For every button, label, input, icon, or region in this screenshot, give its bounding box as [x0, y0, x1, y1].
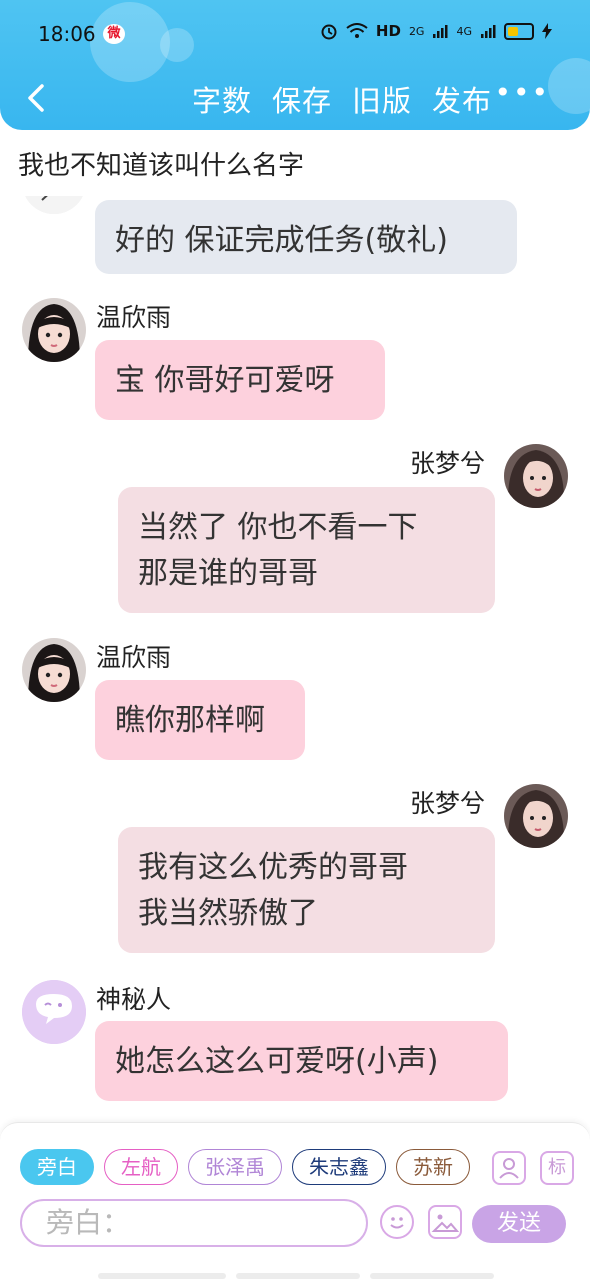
speaker-name: 张梦兮 — [410, 449, 486, 478]
more-icon[interactable]: ••• — [494, 76, 550, 109]
message-bubble[interactable]: 瞧你那样啊 — [95, 680, 305, 760]
gesture-bar — [370, 1273, 494, 1279]
chip-narration[interactable]: 旁白 — [20, 1149, 94, 1185]
status-bar: 18:06 微 HD 2G 4G — [0, 18, 590, 54]
signal-2g: 2G — [408, 24, 425, 38]
narration-bubble[interactable]: 好的 保证完成任务(敬礼) — [95, 200, 517, 274]
chip-character[interactable]: 苏新 — [396, 1149, 470, 1185]
gesture-bar — [236, 1273, 360, 1279]
speaker-name: 温欣雨 — [96, 643, 172, 672]
message-text: 宝 你哥好可爱呀 — [115, 363, 335, 398]
speaker-name: 温欣雨 — [96, 303, 172, 332]
chat-area[interactable]: 好的 保证完成任务(敬礼) 温欣雨 宝 你哥好可爱呀 张梦兮 当然了 你也不看一… — [0, 196, 590, 1116]
message-bubble[interactable]: 当然了 你也不看一下 那是谁的哥哥 — [118, 487, 495, 613]
chip-character[interactable]: 朱志鑫 — [292, 1149, 386, 1185]
save-button[interactable]: 保存 — [272, 78, 332, 120]
message-line: 我有这么优秀的哥哥 — [138, 850, 408, 885]
weibo-icon: 微 — [103, 24, 125, 44]
avatar[interactable] — [22, 196, 86, 214]
composer-panel: 旁白 左航 张泽禹 朱志鑫 苏新 标 旁白： 发送 — [0, 1122, 590, 1281]
character-chips: 旁白 左航 张泽禹 朱志鑫 苏新 — [20, 1149, 476, 1187]
old-version-button[interactable]: 旧版 — [352, 78, 412, 120]
mystery-chat-icon — [22, 980, 86, 1044]
network-label: HD — [375, 22, 401, 40]
message-input[interactable]: 旁白： — [20, 1199, 368, 1247]
charging-icon — [542, 23, 552, 39]
status-icons: HD 2G 4G — [320, 22, 552, 40]
signal-icon — [433, 25, 448, 38]
signal-icon — [481, 25, 496, 38]
message-text: 瞧你那样啊 — [115, 703, 265, 738]
emoji-icon[interactable] — [380, 1205, 414, 1239]
top-header: 18:06 微 HD 2G 4G 字数 保存 旧版 发布 ••• — [0, 0, 590, 130]
mark-button[interactable]: 标 — [540, 1151, 574, 1185]
send-button[interactable]: 发送 — [472, 1205, 566, 1243]
nav-bar: 字数 保存 旧版 发布 ••• — [0, 70, 590, 130]
image-icon[interactable] — [428, 1205, 462, 1239]
avatar[interactable] — [22, 980, 86, 1044]
chat-title: 我也不知道该叫什么名字 — [18, 151, 305, 181]
status-time: 18:06 — [38, 22, 96, 46]
avatar[interactable] — [504, 444, 568, 508]
speaker-name: 张梦兮 — [410, 789, 486, 818]
avatar[interactable] — [504, 784, 568, 848]
alarm-icon — [321, 24, 337, 40]
wifi-icon — [346, 23, 368, 38]
message-line: 我当然骄傲了 — [138, 896, 318, 931]
message-text: 她怎么这么可爱呀(小声) — [115, 1044, 439, 1079]
speaker-name: 神秘人 — [96, 985, 172, 1014]
nav-actions: 字数 保存 旧版 发布 — [192, 78, 492, 120]
word-count-button[interactable]: 字数 — [192, 78, 252, 120]
chip-character[interactable]: 张泽禹 — [188, 1149, 282, 1185]
message-line: 那是谁的哥哥 — [138, 556, 318, 591]
back-arrow-icon[interactable] — [22, 80, 52, 116]
gesture-bar — [98, 1273, 226, 1279]
person-icon[interactable] — [492, 1151, 526, 1185]
battery-icon — [504, 22, 534, 40]
signal-4g: 4G — [456, 24, 472, 38]
message-bubble[interactable]: 她怎么这么可爱呀(小声) — [95, 1021, 508, 1101]
publish-button[interactable]: 发布 — [432, 78, 492, 120]
avatar[interactable] — [22, 298, 86, 362]
message-bubble[interactable]: 我有这么优秀的哥哥 我当然骄傲了 — [118, 827, 495, 953]
chip-character[interactable]: 左航 — [104, 1149, 178, 1185]
message-text: 好的 保证完成任务(敬礼) — [115, 223, 448, 258]
message-bubble[interactable]: 宝 你哥好可爱呀 — [95, 340, 385, 420]
avatar[interactable] — [22, 638, 86, 702]
message-line: 当然了 你也不看一下 — [138, 510, 418, 545]
